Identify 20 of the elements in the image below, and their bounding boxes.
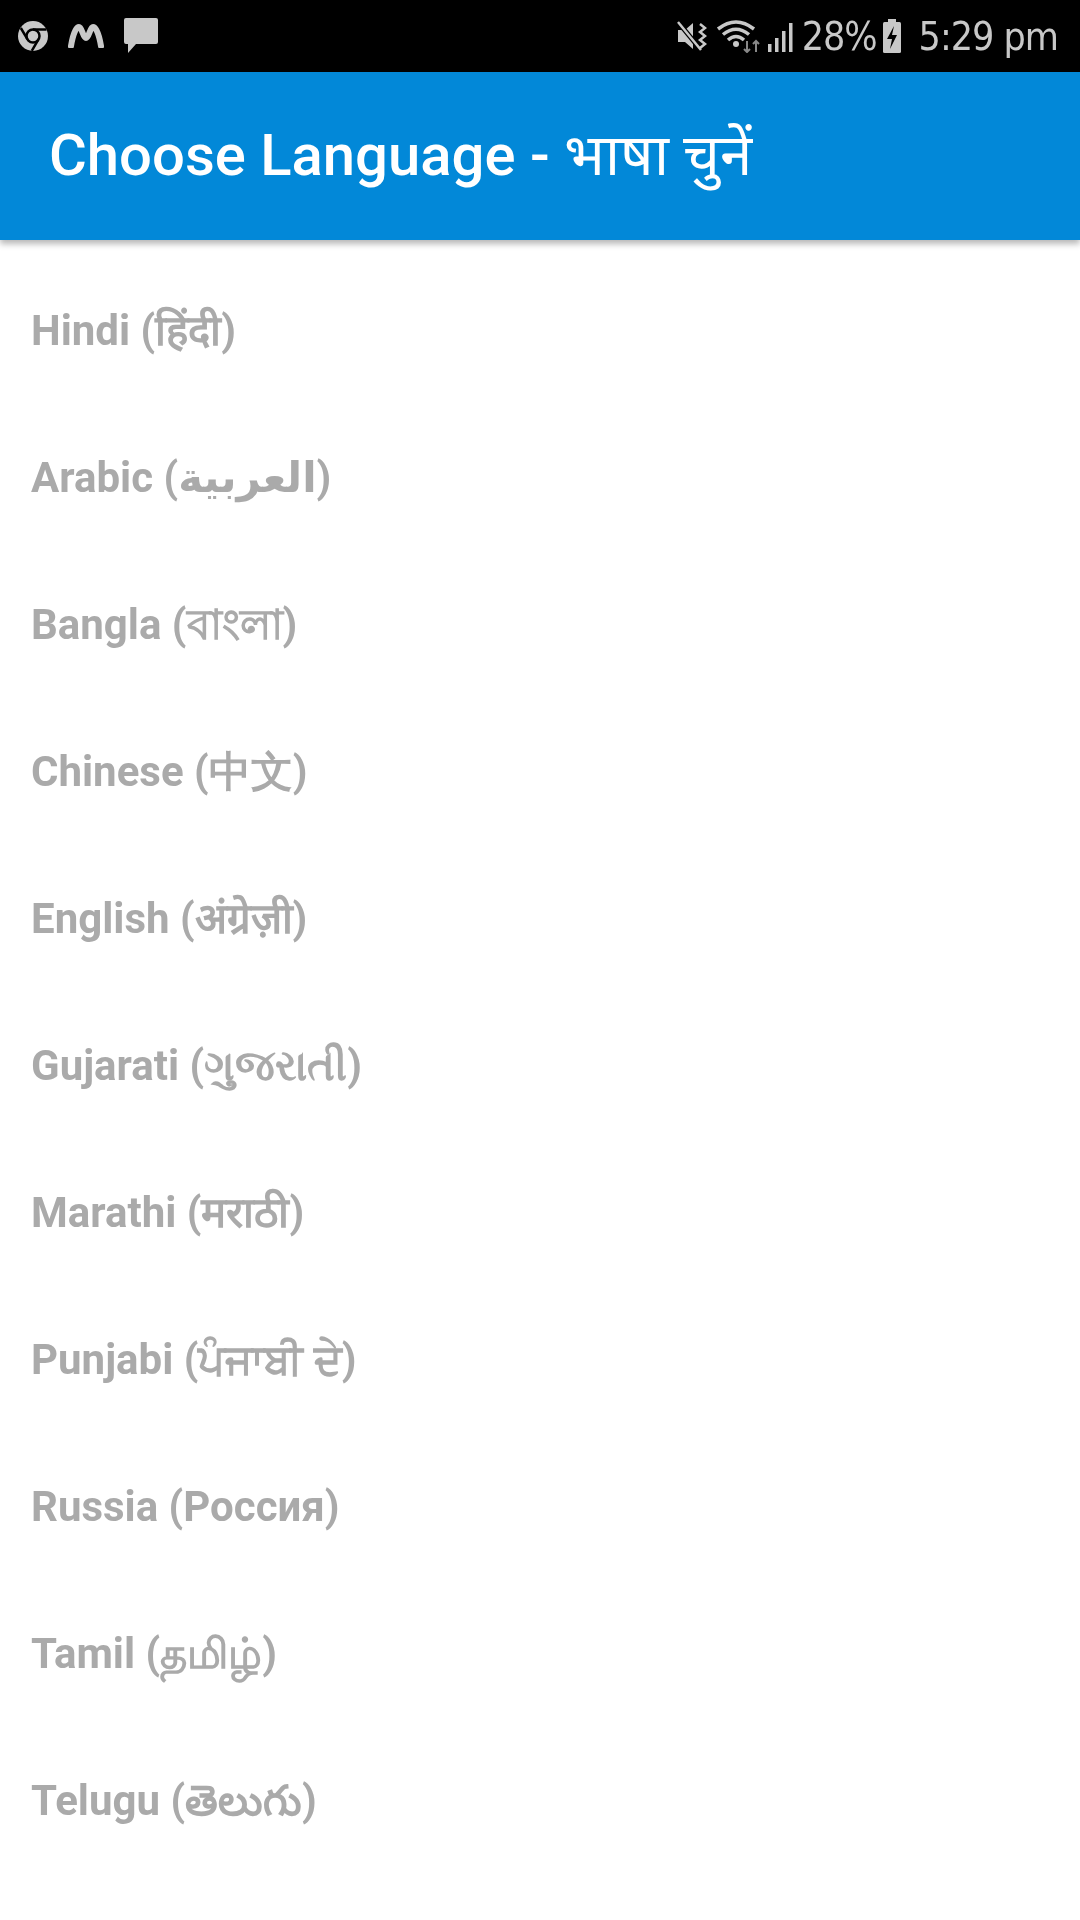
language-option[interactable]: Russia (Россия) [31, 1479, 340, 1536]
clock-time: 5:29 pm [918, 16, 1058, 56]
language-option[interactable]: Gujarati (ગુજરાતી) [31, 1038, 362, 1095]
language-option[interactable]: Punjabi (ਪੰਜਾਬੀ ਦੇ) [31, 1332, 357, 1389]
language-option[interactable]: Chinese (中文) [31, 744, 308, 801]
language-option[interactable]: Bangla (বাংলা) [31, 597, 298, 654]
language-option[interactable]: Hindi (हिंदी) [31, 303, 236, 360]
message-icon [124, 18, 158, 54]
signal-icon [767, 20, 796, 52]
language-option[interactable]: Arabic (العربية) [31, 450, 332, 507]
language-option[interactable]: English (अंग्रेज़ी) [31, 891, 308, 948]
app-logo-icon [68, 24, 104, 48]
language-option[interactable]: Tamil (தமிழ்) [31, 1626, 277, 1683]
chrome-icon [18, 21, 48, 51]
battery-percentage: 28% [801, 16, 877, 56]
language-option[interactable]: Marathi (मराठी) [31, 1185, 305, 1242]
wifi-icon [715, 19, 762, 53]
language-option[interactable]: Telugu (తెలుగు) [31, 1773, 317, 1830]
battery-charging-icon [882, 19, 901, 53]
screen-title: Choose Language - भाषा चुनें [49, 120, 753, 193]
